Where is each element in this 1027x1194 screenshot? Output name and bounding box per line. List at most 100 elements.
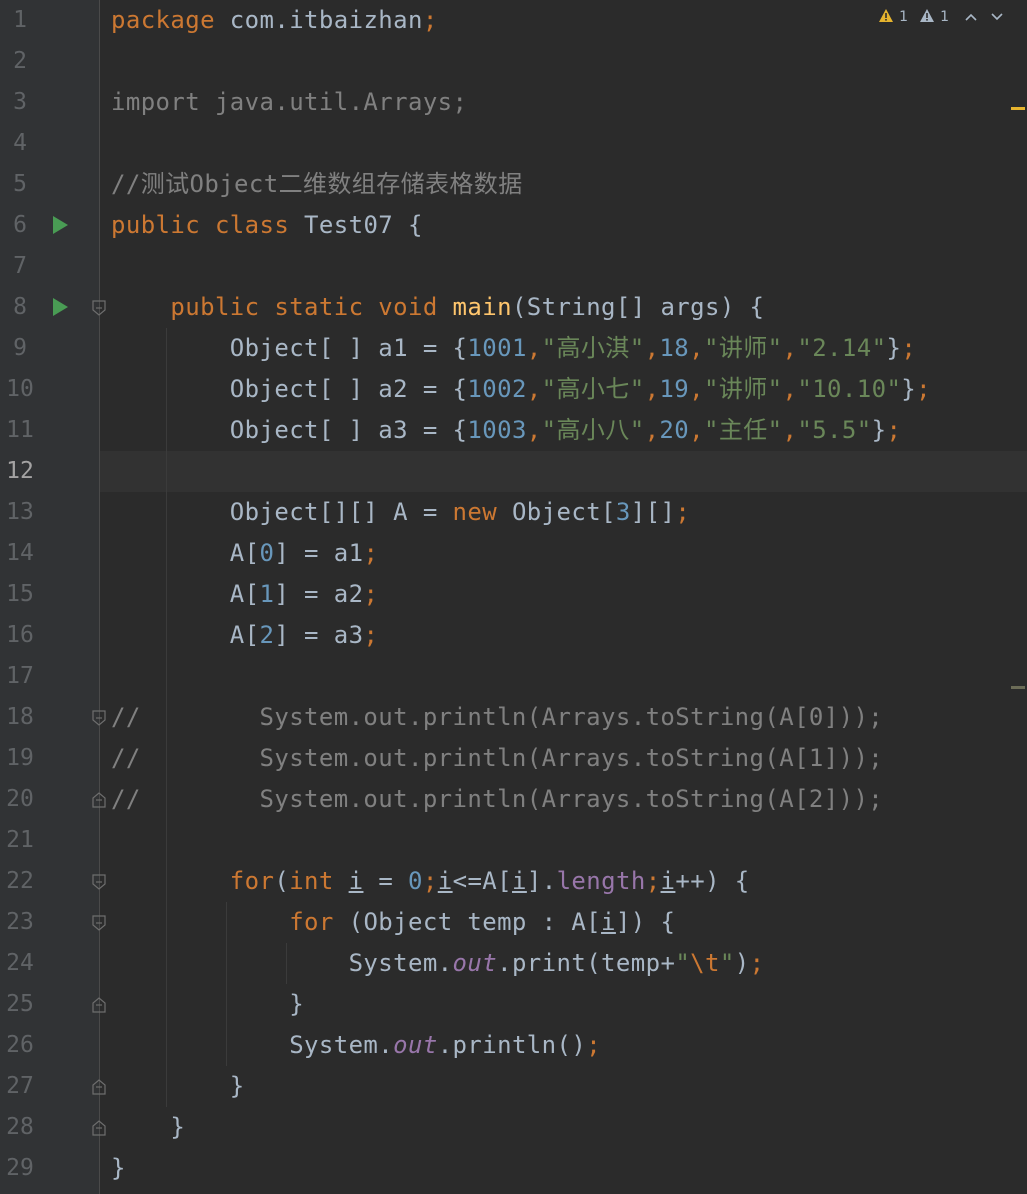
code-line[interactable]: Object[ ] a3 = {1003,"高小八",20,"主任","5.5"… <box>100 410 1027 451</box>
code-line[interactable] <box>100 41 1027 82</box>
weak-warning-count: 1 <box>940 9 949 25</box>
code-line[interactable]: public static void main(String[] args) { <box>100 287 1027 328</box>
code-line[interactable]: // System.out.println(Arrays.toString(A[… <box>100 697 1027 738</box>
line-number: 25 <box>6 991 34 1017</box>
code-line[interactable]: //测试Object二维数组存储表格数据 <box>100 164 1027 205</box>
code-line[interactable]: System.out.print(temp+"\t"); <box>100 943 1027 984</box>
chevron-down-icon[interactable] <box>991 9 1003 25</box>
line-number: 22 <box>6 868 34 894</box>
line-number: 3 <box>13 89 27 115</box>
inspection-widget[interactable]: 1 1 <box>879 6 1003 28</box>
code-line[interactable]: for (Object temp : A[i]) { <box>100 902 1027 943</box>
code-token: // System.out.println(Arrays.toString(A[… <box>111 744 884 772</box>
code-token: 1003 <box>467 416 527 444</box>
code-line[interactable]: } <box>100 1107 1027 1148</box>
code-token: ][] <box>630 498 676 526</box>
line-number: 13 <box>6 499 34 525</box>
warning-count: 1 <box>899 9 909 25</box>
code-line-text: } <box>111 984 304 1025</box>
code-token: 3 <box>615 498 631 526</box>
warning-stripe-mark[interactable] <box>1011 107 1025 110</box>
code-area[interactable]: package com.itbaizhan; import java.util.A… <box>100 0 1027 1194</box>
code-token: "高小淇" <box>541 334 645 362</box>
code-token: ; <box>675 498 691 526</box>
code-token: .println() <box>437 1031 587 1059</box>
code-line-text: A[1] = a2; <box>111 574 378 615</box>
code-line-text: } <box>111 1107 185 1148</box>
code-token: 1001 <box>467 334 527 362</box>
code-line[interactable]: A[1] = a2; <box>100 574 1027 615</box>
code-token: ; <box>422 6 438 34</box>
code-line-text: A[0] = a1; <box>111 533 378 574</box>
indent-guide <box>226 902 227 1066</box>
code-line-text: //测试Object二维数组存储表格数据 <box>111 164 523 205</box>
code-line[interactable]: A[0] = a1; <box>100 533 1027 574</box>
code-line[interactable]: Object[][] A = new Object[3][]; <box>100 492 1027 533</box>
code-token: " <box>719 949 735 977</box>
error-stripe[interactable] <box>1011 0 1027 1194</box>
code-line-text: // System.out.println(Arrays.toString(A[… <box>111 779 883 820</box>
code-token: for <box>111 867 275 895</box>
code-line[interactable]: } <box>100 1148 1027 1189</box>
code-token: main <box>452 293 512 321</box>
code-token: for <box>111 908 349 936</box>
line-number-gutter[interactable]: 1 2 3 4 5 6 7 8 9 10 11 12 13 14 15 16 17 18 19 20 21 22 23 24 2… <box>0 0 106 1194</box>
line-number: 29 <box>6 1155 34 1181</box>
code-line-text: public class Test07 { <box>111 205 423 246</box>
code-token: public static void <box>111 293 453 321</box>
code-line[interactable]: public class Test07 { <box>100 205 1027 246</box>
chevron-up-icon[interactable] <box>965 9 977 25</box>
code-line-text: import java.util.Arrays; <box>111 82 467 123</box>
code-token: } <box>111 1113 186 1141</box>
run-gutter-icon[interactable] <box>53 298 68 316</box>
code-token: (Object temp : A[ <box>348 908 602 936</box>
code-line-text: } <box>111 1148 126 1189</box>
code-token: out <box>452 949 498 977</box>
line-number: 26 <box>6 1032 34 1058</box>
code-line-text: System.out.println(); <box>111 1025 601 1066</box>
code-token: ]) { <box>615 908 676 936</box>
code-line[interactable]: } <box>100 1066 1027 1107</box>
code-line[interactable]: Object[ ] a1 = {1001,"高小淇",18,"讲师","2.14… <box>100 328 1027 369</box>
code-token: , <box>526 416 542 444</box>
code-token: Object[ <box>511 498 616 526</box>
code-token: .print(temp+ <box>497 949 676 977</box>
code-editor[interactable]: 1 2 3 4 5 6 7 8 9 10 11 12 13 14 15 16 17 18 19 20 21 22 23 24 2… <box>0 0 1027 1194</box>
code-line[interactable] <box>100 820 1027 861</box>
code-token: "5.5" <box>797 416 872 444</box>
code-line[interactable]: } <box>100 984 1027 1025</box>
line-number: 7 <box>13 253 27 279</box>
code-line[interactable] <box>100 246 1027 287</box>
line-number: 23 <box>6 909 34 935</box>
code-line[interactable]: A[2] = a3; <box>100 615 1027 656</box>
code-token: , <box>644 375 660 403</box>
code-token: ; <box>422 867 438 895</box>
weak-warning-stripe-mark[interactable] <box>1011 686 1025 689</box>
code-line-text: Object[ ] a1 = {1001,"高小淇",18,"讲师","2.14… <box>111 328 916 369</box>
code-token: int <box>289 867 349 895</box>
run-gutter-icon[interactable] <box>53 216 68 234</box>
code-token: ++) { <box>675 867 750 895</box>
code-token: } <box>901 375 917 403</box>
code-line[interactable] <box>100 451 1027 492</box>
code-line[interactable]: Object[ ] a2 = {1002,"高小七",19,"讲师","10.1… <box>100 369 1027 410</box>
code-token: import java.util.Arrays; <box>111 88 468 116</box>
code-token: ; <box>749 949 765 977</box>
code-token: package <box>111 6 230 34</box>
code-token: "高小八" <box>541 416 645 444</box>
code-token: // System.out.println(Arrays.toString(A[… <box>111 785 884 813</box>
code-token: ( <box>274 867 290 895</box>
code-token: , <box>689 334 704 362</box>
code-token: , <box>782 375 798 403</box>
code-line[interactable]: // System.out.println(Arrays.toString(A[… <box>100 779 1027 820</box>
code-token: = <box>363 867 409 895</box>
code-token: ; <box>363 580 379 608</box>
code-token: System. <box>111 949 453 977</box>
line-number: 10 <box>6 376 34 402</box>
code-line[interactable] <box>100 656 1027 697</box>
code-line[interactable]: // System.out.println(Arrays.toString(A[… <box>100 738 1027 779</box>
code-line[interactable]: for(int i = 0;i<=A[i].length;i++) { <box>100 861 1027 902</box>
code-line[interactable] <box>100 123 1027 164</box>
code-line[interactable]: import java.util.Arrays; <box>100 82 1027 123</box>
code-line[interactable]: System.out.println(); <box>100 1025 1027 1066</box>
